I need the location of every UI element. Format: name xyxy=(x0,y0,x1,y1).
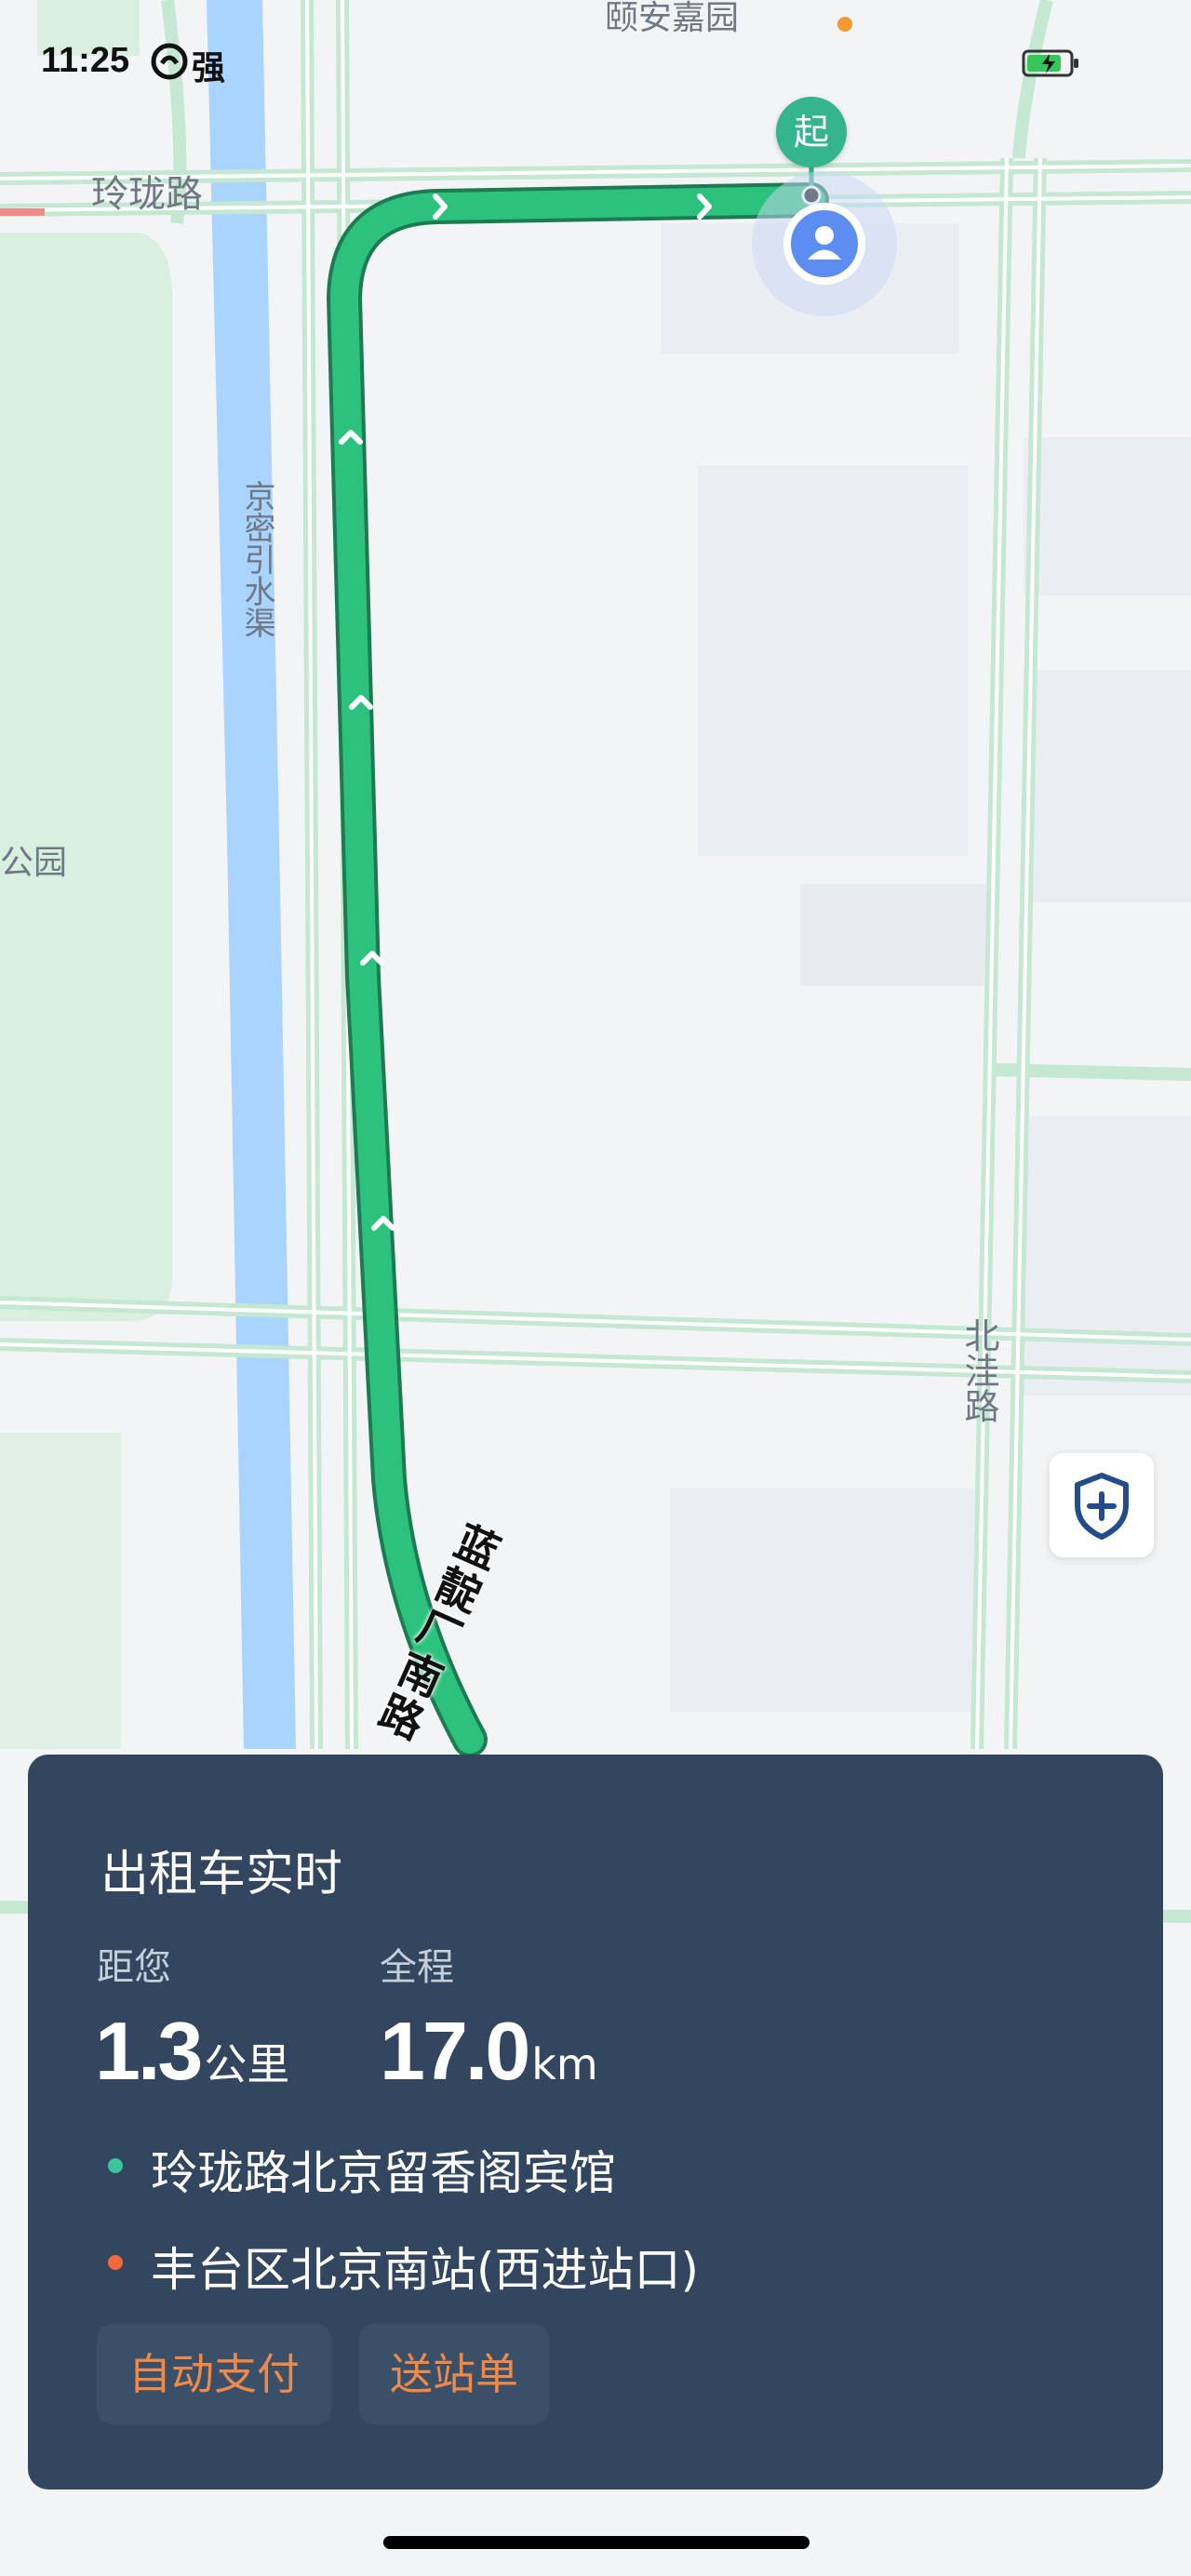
safety-shield-button[interactable] xyxy=(1050,1453,1154,1557)
destination-dot-icon xyxy=(108,2255,123,2270)
auto-pay-button[interactable]: 自动支付 xyxy=(97,2324,331,2424)
card-title: 出租车实时 xyxy=(100,1847,343,1902)
road-label-beiwa: 北洼路 xyxy=(958,1317,999,1423)
total-unit: km xyxy=(531,2039,598,2089)
total-value-group: 17.0km xyxy=(380,2004,598,2099)
area-label: 颐安嘉园 xyxy=(605,0,740,37)
origin-address: 玲珑路北京留香阁宾馆 xyxy=(151,2146,616,2200)
battery-charging-icon xyxy=(1022,49,1078,77)
taxi-info-card: 出租车实时 距您 全程 1.3公里 17.0km 玲珑路北京留香阁宾馆 丰台区北… xyxy=(28,1755,1163,2489)
distance-value-group: 1.3公里 xyxy=(95,2004,289,2099)
park-area xyxy=(0,233,172,1321)
distance-unit: 公里 xyxy=(204,2039,290,2089)
distance-label: 距您 xyxy=(97,1946,171,1989)
origin-dot-icon xyxy=(108,2158,123,2173)
road-label-linglong: 玲珑路 xyxy=(91,173,203,216)
park-label: 公园 xyxy=(0,844,68,882)
shield-plus-icon xyxy=(1075,1473,1129,1540)
start-marker[interactable]: 起 xyxy=(776,97,847,167)
total-label: 全程 xyxy=(380,1946,454,1989)
canal-label: 京密引水渠 xyxy=(238,480,275,638)
status-time: 11:25 xyxy=(41,41,130,80)
destination-address: 丰台区北京南站(西进站口) xyxy=(151,2243,700,2297)
status-carrier: 强 xyxy=(192,49,226,87)
home-indicator[interactable] xyxy=(383,2536,810,2549)
send-ticket-button[interactable]: 送站单 xyxy=(359,2324,549,2424)
distance-value: 1.3 xyxy=(95,2005,203,2097)
total-value: 17.0 xyxy=(380,2005,530,2097)
signal-icon xyxy=(151,43,188,80)
